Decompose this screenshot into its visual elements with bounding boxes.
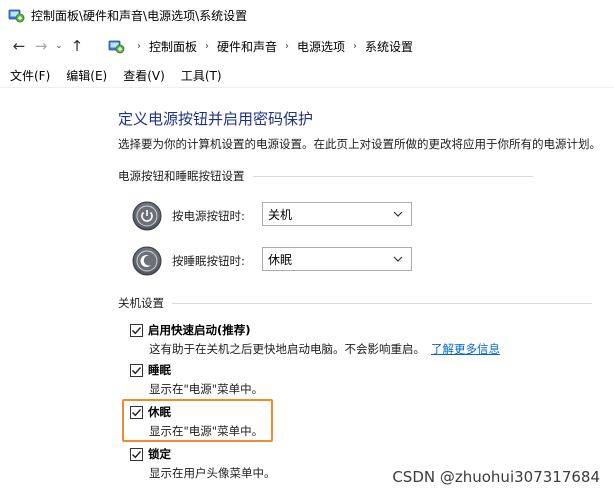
- main-content: 定义电源按钮并启用密码保护 选择要为你的计算机设置的电源设置。在此页上对设置所做…: [0, 88, 614, 496]
- navigation-bar: ← → ⌄ ↑ › 控制面板 › 硬件和声音 › 电源选项 › 系统设置: [0, 32, 614, 60]
- breadcrumb-separator-icon: ›: [353, 40, 358, 52]
- fast-startup-checkbox[interactable]: [130, 323, 143, 337]
- selected-value: 休眠: [268, 252, 293, 267]
- sleep-button-row: 按睡眠按钮时: 休眠: [132, 245, 412, 277]
- checkmark-icon: [132, 450, 142, 458]
- window-title: 控制面板\硬件和声音\电源选项\系统设置: [31, 8, 248, 23]
- recent-locations-button[interactable]: ⌄: [52, 35, 66, 57]
- hibernate-highlight-box: [122, 399, 273, 442]
- forward-arrow-icon: →: [34, 37, 48, 55]
- breadcrumb-separator-icon: ›: [137, 40, 141, 52]
- back-arrow-icon: ←: [12, 37, 26, 55]
- breadcrumb-separator-icon: ›: [285, 40, 290, 52]
- sleep-checkbox[interactable]: [130, 363, 143, 377]
- page-title: 定义电源按钮并启用密码保护: [118, 110, 314, 128]
- breadcrumb-separator-icon: ›: [205, 40, 210, 52]
- power-button-row: 按电源按钮时: 关机: [132, 200, 412, 232]
- control-panel-icon: [8, 9, 25, 22]
- up-button[interactable]: ↑: [66, 35, 88, 57]
- control-panel-icon: [108, 40, 125, 53]
- sleep-button-action-select[interactable]: 休眠: [262, 247, 412, 271]
- address-bar[interactable]: › 控制面板 › 硬件和声音 › 电源选项 › 系统设置: [108, 32, 413, 60]
- menu-edit[interactable]: 编辑(E): [66, 67, 107, 84]
- section-divider: [172, 302, 592, 304]
- power-buttons-section-header: 电源按钮和睡眠按钮设置: [118, 168, 533, 184]
- sleep-button-icon: [132, 246, 162, 276]
- option-description-text: 这有助于在关机之后更快地启动电脑。不会影响重启。: [149, 342, 425, 356]
- back-button[interactable]: ←: [8, 35, 30, 57]
- option-description: 这有助于在关机之后更快地启动电脑。不会影响重启。 了解更多信息: [149, 341, 500, 357]
- shutdown-section-header: 关机设置: [118, 295, 592, 311]
- power-button-label: 按电源按钮时:: [172, 209, 245, 223]
- breadcrumb-hardware-sound[interactable]: 硬件和声音: [217, 38, 277, 55]
- fast-startup-option: 启用快速启动(推荐) 这有助于在关机之后更快地启动电脑。不会影响重启。 了解更多信…: [130, 322, 500, 357]
- page-description: 选择要为你的计算机设置的电源设置。在此页上对设置所做的更改将应用于你所有的电源计…: [118, 137, 601, 151]
- breadcrumb-system-settings[interactable]: 系统设置: [365, 38, 413, 55]
- section-title: 电源按钮和睡眠按钮设置: [118, 169, 245, 183]
- menu-view[interactable]: 查看(V): [123, 67, 165, 84]
- chevron-down-icon: [393, 256, 403, 262]
- option-description: 显示在"电源"菜单中。: [149, 382, 264, 396]
- menu-tools[interactable]: 工具(T): [181, 67, 222, 84]
- option-description: 显示在用户头像菜单中。: [149, 466, 276, 480]
- sleep-option: 睡眠 显示在"电源"菜单中。: [130, 362, 263, 397]
- lock-checkbox[interactable]: [130, 447, 143, 461]
- section-title: 关机设置: [118, 296, 164, 310]
- power-button-action-select[interactable]: 关机: [262, 202, 412, 226]
- chevron-down-icon: ⌄: [55, 41, 63, 51]
- sleep-button-label: 按睡眠按钮时:: [172, 254, 245, 268]
- section-divider: [252, 175, 533, 177]
- learn-more-link[interactable]: 了解更多信息: [431, 342, 500, 356]
- menu-file[interactable]: 文件(F): [10, 67, 50, 84]
- lock-option: 锁定 显示在用户头像菜单中。: [130, 446, 276, 481]
- chevron-down-icon: [393, 211, 403, 217]
- breadcrumb-power-options[interactable]: 电源选项: [297, 38, 345, 55]
- selected-value: 关机: [268, 207, 293, 222]
- watermark-text: CSDN @zhuohui307317684: [392, 468, 600, 486]
- forward-button[interactable]: →: [30, 35, 52, 57]
- option-title: 睡眠: [148, 363, 171, 377]
- option-title: 启用快速启动(推荐): [148, 323, 251, 337]
- option-title: 锁定: [148, 447, 171, 461]
- checkmark-icon: [132, 326, 142, 334]
- up-arrow-icon: ↑: [70, 37, 84, 55]
- title-bar: 控制面板\硬件和声音\电源选项\系统设置: [0, 0, 614, 30]
- breadcrumb-control-panel[interactable]: 控制面板: [149, 38, 197, 55]
- checkmark-icon: [132, 366, 142, 374]
- menu-bar: 文件(F) 编辑(E) 查看(V) 工具(T): [0, 64, 614, 88]
- power-button-icon: [132, 201, 162, 231]
